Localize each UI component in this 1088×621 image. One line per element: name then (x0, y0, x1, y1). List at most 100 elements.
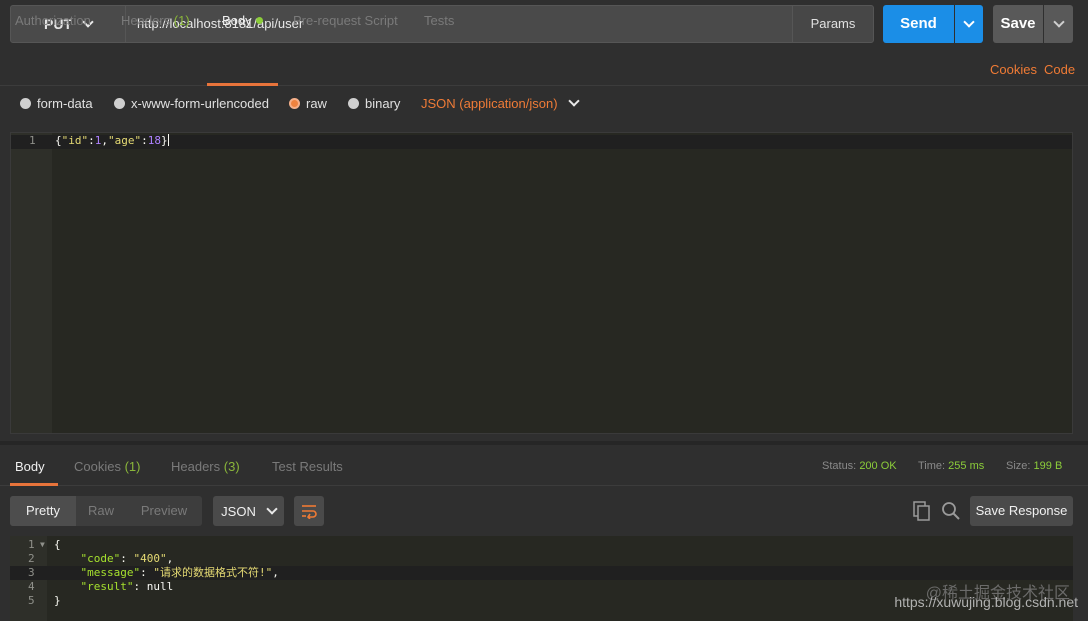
code-token: , (272, 566, 279, 579)
radio-label: raw (306, 96, 327, 111)
tab-body[interactable]: Body (222, 0, 263, 38)
code-text: "code": "400", (54, 552, 174, 566)
search-icon (942, 502, 960, 520)
pretty-button[interactable]: Pretty (10, 496, 76, 526)
line-number: 1 (29, 134, 36, 147)
watermark-url: https://xuwujing.blog.csdn.net (894, 594, 1078, 610)
preview-button[interactable]: Preview (128, 496, 200, 526)
content-type-label: JSON (application/json) (421, 96, 558, 111)
json-value: null (146, 580, 174, 593)
fold-arrow-icon[interactable]: ▼ (40, 538, 45, 552)
active-tab-indicator (10, 483, 58, 486)
response-tab-cookies[interactable]: Cookies (1) (74, 448, 140, 486)
line-number: 2 (28, 552, 35, 565)
headers-count-badge: (3) (223, 459, 240, 474)
line-number: 5 (28, 594, 35, 607)
format-label: JSON (221, 503, 256, 519)
response-format-dropdown[interactable]: JSON (213, 496, 284, 526)
code-token: : (133, 580, 147, 593)
line-number: 3 (28, 566, 35, 579)
code-token: , (166, 552, 174, 565)
tab-label: Test Results (272, 459, 343, 474)
wrap-lines-button[interactable] (294, 496, 324, 526)
code-line: 1 ▼ { (10, 538, 1073, 552)
body-active-dot-icon (255, 17, 263, 24)
content-type-dropdown[interactable]: JSON (application/json) (421, 95, 580, 111)
line-number: 1 (28, 538, 35, 551)
code-token: : (88, 134, 95, 147)
params-button[interactable]: Params (792, 5, 874, 43)
json-key: "code" (80, 552, 121, 565)
chevron-down-icon (963, 15, 975, 28)
status-indicator: Status: 200 OK (822, 448, 897, 484)
editor-gutter (11, 133, 52, 433)
tab-authorization[interactable]: Authorization (15, 0, 91, 38)
tab-headers[interactable]: Headers (1) (121, 0, 190, 38)
save-options-button[interactable] (1044, 5, 1073, 43)
radio-raw[interactable]: raw (289, 96, 327, 111)
request-body-editor[interactable]: 1 {"id":1,"age":18} (10, 132, 1073, 434)
code-token: 18 (147, 134, 161, 147)
save-response-button[interactable]: Save Response (970, 496, 1073, 526)
pane-resizer[interactable] (0, 441, 1088, 445)
code-line: 3 "message": "请求的数据格式不符!", (10, 566, 1073, 580)
copy-icon (913, 501, 930, 521)
line-number: 4 (28, 580, 35, 593)
response-tab-test-results[interactable]: Test Results (272, 448, 343, 486)
radio-circle-icon (20, 98, 31, 109)
text-cursor (167, 134, 169, 146)
radio-circle-icon (348, 98, 359, 109)
code-link[interactable]: Code (1044, 48, 1075, 86)
tab-label: Headers (171, 459, 221, 474)
radio-x-www-form-urlencoded[interactable]: x-www-form-urlencoded (114, 96, 269, 111)
radio-label: form-data (37, 96, 93, 111)
code-token: } (54, 594, 61, 607)
tab-label: Headers (121, 13, 171, 28)
tab-pre-request-script[interactable]: Pre-request Script (293, 0, 398, 38)
code-token: "age" (108, 134, 142, 147)
tab-label: Pre-request Script (293, 13, 398, 28)
code-line: {"id":1,"age":18} (55, 134, 169, 147)
radio-form-data[interactable]: form-data (20, 96, 93, 111)
code-token: : (141, 134, 148, 147)
json-value: "请求的数据格式不符!" (153, 566, 273, 579)
radio-selected-icon (289, 98, 300, 109)
code-token: { (55, 134, 62, 147)
tab-label: Tests (424, 13, 455, 28)
size-value: 199 B (1033, 460, 1063, 472)
radio-binary[interactable]: binary (348, 96, 400, 111)
save-button[interactable]: Save (993, 5, 1043, 43)
radio-label: binary (365, 96, 401, 111)
copy-button[interactable] (911, 500, 933, 522)
chevron-down-icon (567, 95, 580, 107)
json-key: "result" (80, 580, 134, 593)
response-tab-body[interactable]: Body (15, 448, 45, 486)
send-button[interactable]: Send (883, 5, 954, 43)
size-indicator: Size: 199 B (1006, 448, 1062, 484)
radio-label: x-www-form-urlencoded (131, 96, 269, 111)
tab-label: Cookies (74, 459, 121, 474)
response-tab-headers[interactable]: Headers (3) (171, 448, 240, 486)
status-label: Status: (822, 460, 857, 472)
cookies-link[interactable]: Cookies (990, 48, 1037, 86)
send-options-button[interactable] (955, 5, 983, 43)
code-token: : (120, 552, 134, 565)
code-token: { (54, 538, 61, 551)
tab-label: Authorization (15, 13, 91, 28)
search-button[interactable] (940, 500, 962, 522)
time-value: 255 ms (948, 460, 985, 472)
chevron-down-icon (1052, 15, 1065, 28)
size-label: Size: (1006, 460, 1031, 472)
code-line: 4 "result": null (10, 580, 1073, 594)
code-line: 2 "code": "400", (10, 552, 1073, 566)
json-value: "400" (133, 552, 167, 565)
radio-circle-icon (114, 98, 125, 109)
code-text: "message": "请求的数据格式不符!", (54, 566, 279, 580)
wrap-lines-icon (302, 505, 317, 519)
code-text: "result": null (54, 580, 174, 594)
request-tabs (0, 48, 1088, 86)
raw-button[interactable]: Raw (76, 496, 126, 526)
tab-tests[interactable]: Tests (424, 0, 454, 38)
code-token: : (140, 566, 154, 579)
json-key: "message" (80, 566, 141, 579)
